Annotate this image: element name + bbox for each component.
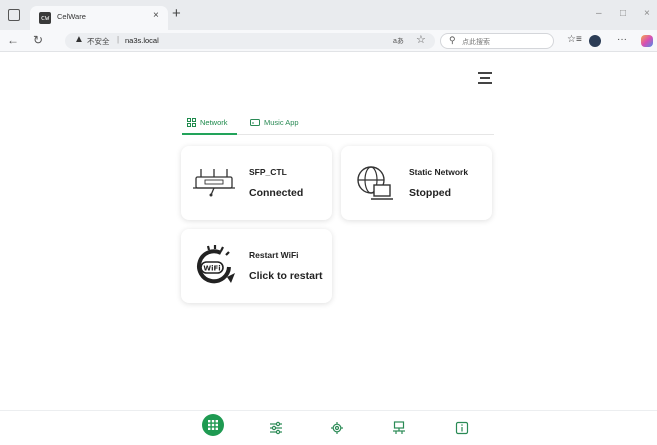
card-title: Restart WiFi bbox=[249, 250, 299, 260]
window-close-icon[interactable]: × bbox=[644, 8, 650, 19]
profile-avatar[interactable] bbox=[589, 35, 601, 47]
browser-tab[interactable]: cw CelWare × bbox=[30, 6, 168, 30]
refresh-icon[interactable]: ↻ bbox=[33, 33, 43, 47]
read-aloud-icon[interactable]: aあ bbox=[393, 36, 404, 46]
menu-icon[interactable] bbox=[478, 72, 492, 87]
tab-title: CelWare bbox=[57, 12, 86, 21]
card-title: Static Network bbox=[409, 167, 469, 177]
bottom-navigation bbox=[0, 410, 657, 445]
back-arrow-icon[interactable]: ← bbox=[7, 33, 19, 47]
tab-close-icon[interactable]: × bbox=[153, 10, 159, 21]
tab-actions-icon[interactable] bbox=[8, 9, 20, 21]
tab-network[interactable]: Network bbox=[187, 118, 228, 127]
search-icon: ⚲ bbox=[449, 35, 456, 45]
card-title: SFP_CTL bbox=[249, 167, 287, 177]
url-text: na3s.local bbox=[125, 36, 159, 45]
globe-monitor-icon bbox=[357, 166, 393, 200]
gear-icon[interactable] bbox=[330, 421, 344, 435]
browser-titlebar: cw CelWare × + – □ × bbox=[0, 0, 657, 30]
info-icon[interactable] bbox=[455, 421, 469, 435]
tab-music-app-label: Music App bbox=[264, 118, 299, 127]
favorite-star-icon[interactable]: ☆ bbox=[416, 33, 426, 46]
more-menu-icon[interactable]: ··· bbox=[617, 34, 627, 45]
tab-music-app[interactable]: Music App bbox=[250, 118, 299, 127]
minimize-icon[interactable]: – bbox=[596, 8, 602, 19]
card-static-network[interactable]: Static Network Stopped bbox=[341, 146, 492, 220]
address-bar[interactable]: ▲ 不安全 | na3s.local aあ ☆ bbox=[65, 33, 435, 49]
insecure-label: 不安全 bbox=[87, 37, 110, 46]
card-status: Click to restart bbox=[249, 270, 323, 282]
address-separator: | bbox=[117, 35, 120, 44]
lan-icon[interactable] bbox=[392, 421, 406, 435]
screen-cast-icon bbox=[250, 118, 260, 126]
app-tabs: Network Music App bbox=[182, 115, 494, 135]
search-placeholder: 点此搜索 bbox=[462, 39, 490, 46]
network-grid-icon bbox=[187, 118, 196, 127]
card-status: Connected bbox=[249, 187, 304, 199]
card-status: Stopped bbox=[409, 187, 451, 199]
new-tab-icon[interactable]: + bbox=[172, 5, 181, 22]
maximize-icon[interactable]: □ bbox=[620, 8, 626, 19]
sliders-icon[interactable] bbox=[269, 421, 283, 435]
favicon-icon: cw bbox=[39, 12, 51, 24]
favorites-list-icon[interactable]: ☆≡ bbox=[567, 34, 582, 45]
tab-network-label: Network bbox=[200, 118, 228, 127]
search-input[interactable]: ⚲ 点此搜索 bbox=[440, 33, 554, 49]
grid-dots-icon bbox=[208, 420, 218, 430]
nav-home[interactable] bbox=[202, 414, 224, 436]
wifi-restart-icon: WiFi bbox=[197, 245, 235, 284]
browser-toolbar: ← ↻ ▲ 不安全 | na3s.local aあ ☆ ⚲ 点此搜索 ☆≡ ··… bbox=[0, 30, 657, 52]
card-restart-wifi[interactable]: WiFi Restart WiFi Click to restart bbox=[181, 229, 332, 303]
warning-icon: ▲ bbox=[74, 34, 84, 45]
copilot-icon[interactable] bbox=[641, 35, 653, 47]
svg-text:WiFi: WiFi bbox=[203, 265, 220, 273]
active-tab-indicator bbox=[182, 133, 237, 135]
router-icon bbox=[193, 169, 235, 197]
card-sfp-ctl[interactable]: SFP_CTL Connected bbox=[181, 146, 332, 220]
